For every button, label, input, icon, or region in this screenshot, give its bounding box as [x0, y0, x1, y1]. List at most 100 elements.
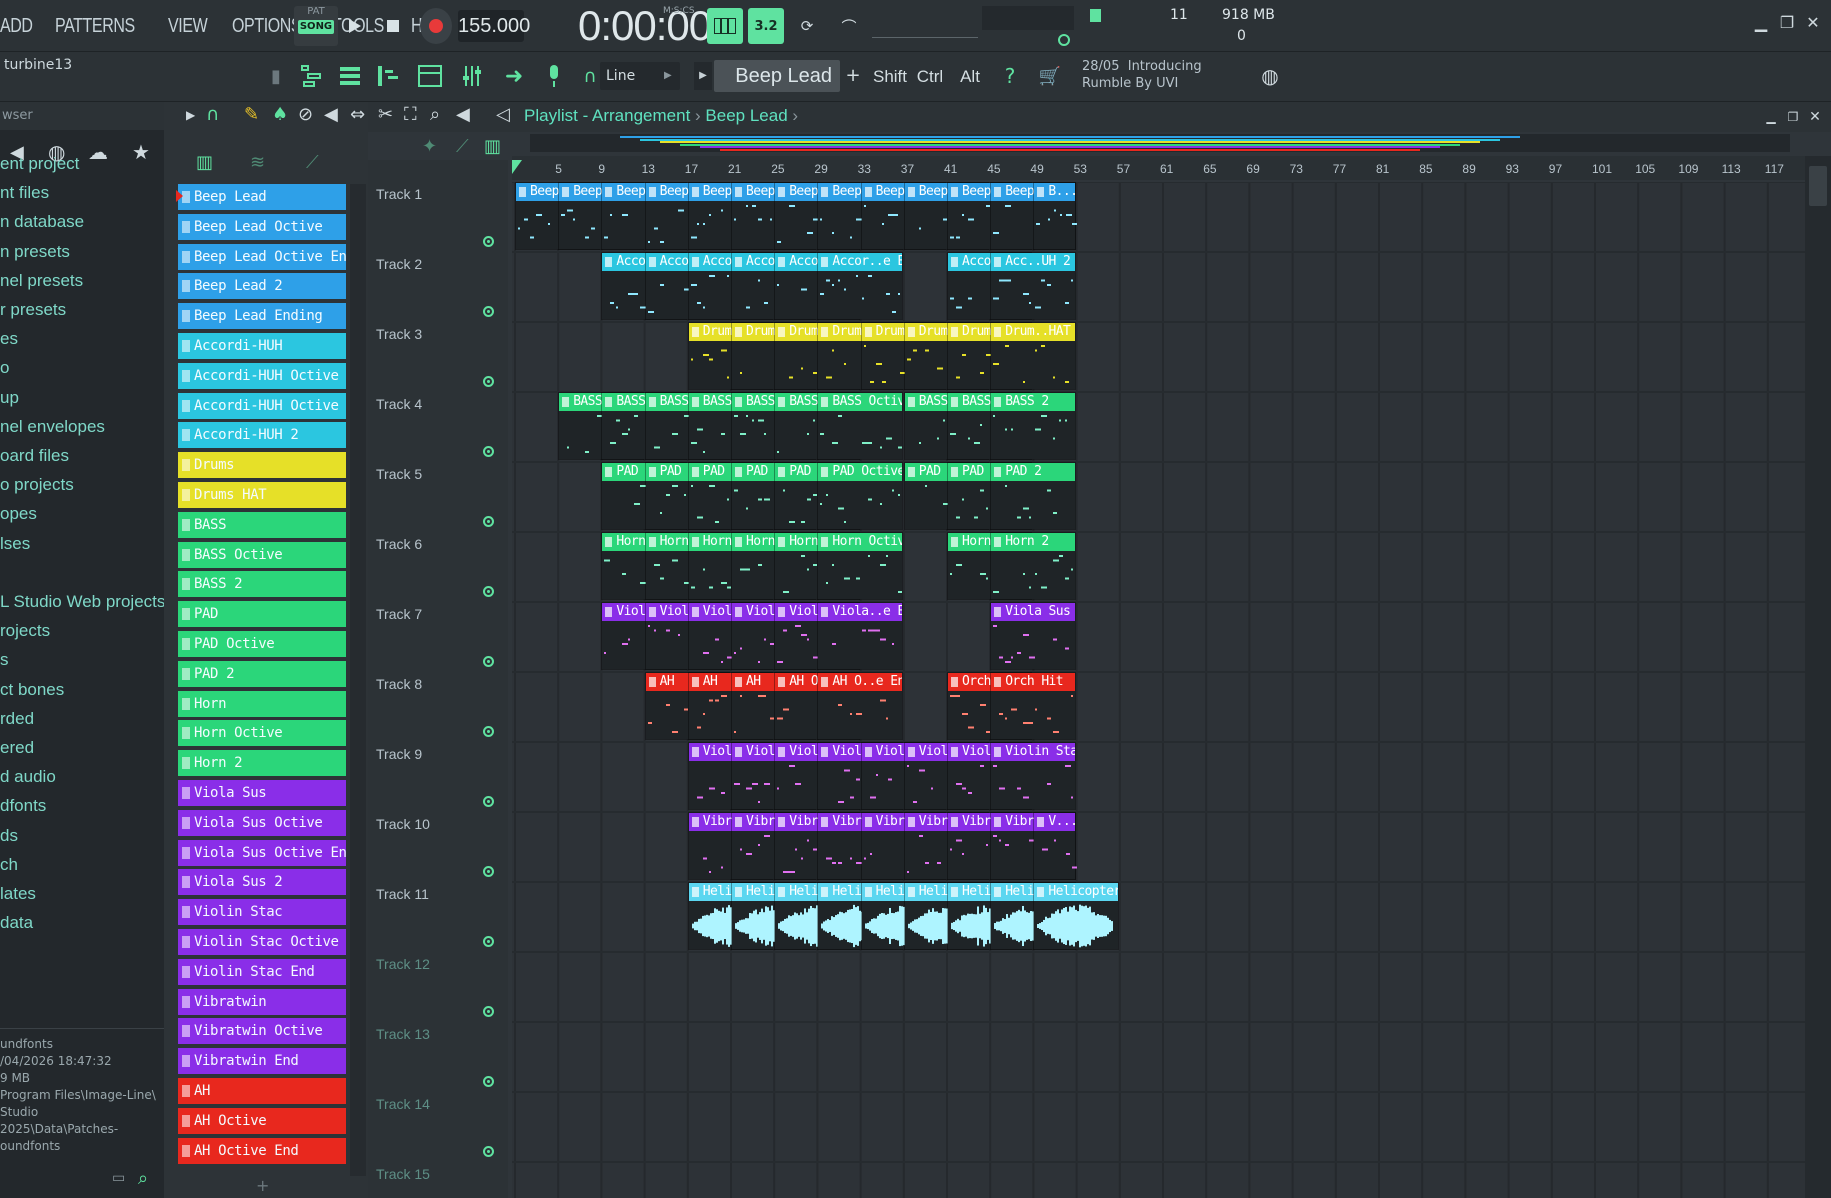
track-name[interactable]: Track 11 [376, 886, 429, 902]
zoom-icon[interactable]: ⌕ [430, 104, 440, 125]
browser-item[interactable]: es [0, 329, 18, 349]
playhead-marker-icon[interactable] [512, 160, 522, 174]
clip[interactable]: Accor..e End [817, 252, 903, 320]
scroll-thumb[interactable] [1809, 166, 1827, 206]
piano-roll-icon[interactable] [372, 60, 404, 92]
pattern-selector[interactable]: Beep Lead [714, 60, 840, 92]
stop-button[interactable] [378, 8, 408, 44]
clip[interactable]: AH O..e End [817, 672, 903, 740]
ctrl-button[interactable]: Ctrl [912, 62, 948, 92]
browser-item[interactable]: s [0, 650, 9, 670]
cloud-icon[interactable]: ☁ [88, 140, 108, 164]
track-name[interactable]: Track 5 [376, 466, 422, 482]
restore-icon[interactable]: ❐ [1778, 14, 1796, 32]
news-panel[interactable]: 28/05 Introducing Rumble By UVI [1082, 58, 1202, 92]
slip-icon[interactable]: ⇔ [350, 104, 365, 125]
clip[interactable]: Acc..UH 2 [990, 252, 1076, 320]
speaker-icon[interactable]: ◁ [496, 104, 510, 125]
tempo-display[interactable]: 155.000 [458, 10, 530, 42]
menu-patterns[interactable]: PATTERNS [55, 15, 135, 38]
close-icon[interactable]: ✕ [1804, 14, 1822, 32]
channel-icon[interactable]: ⟋ [456, 136, 469, 157]
browser-icon[interactable] [414, 60, 446, 92]
clip[interactable]: Drum..HAT [990, 322, 1076, 390]
track-name[interactable]: Track 14 [376, 1096, 430, 1112]
minimize-icon[interactable]: ▁ [1762, 108, 1780, 126]
channel-button[interactable]: Beep Lead [178, 184, 346, 210]
track-name[interactable]: Track 9 [376, 746, 422, 762]
playlist-grid[interactable]: Beep LeadBeep LeadBeep LeadBeep LeadBeep… [512, 182, 1805, 1198]
project-name[interactable]: turbine13 [4, 57, 72, 73]
channel-button[interactable]: Accordi-HUH 2 [178, 422, 346, 449]
browser-item[interactable]: lses [0, 534, 30, 554]
channel-button[interactable]: BASS Octive [178, 541, 346, 568]
metronome-button[interactable] [707, 8, 743, 44]
track-name[interactable]: Track 15 [376, 1166, 430, 1182]
channel-button[interactable]: AH [178, 1078, 346, 1104]
channel-button[interactable]: PAD 2 [178, 660, 346, 687]
channel-button[interactable]: Drums HAT [178, 482, 346, 508]
track-name[interactable]: Track 6 [376, 536, 422, 552]
browser-item[interactable]: L Studio Web projects [0, 592, 165, 612]
browser-item[interactable]: ch [0, 855, 18, 875]
channel-button[interactable]: AH Octive [178, 1107, 346, 1134]
browser-item[interactable]: up [0, 388, 19, 408]
arrow-right-icon[interactable]: ▶ [186, 108, 195, 122]
channel-button[interactable]: BASS [178, 511, 346, 538]
channel-button[interactable]: Beep Lead 2 [178, 273, 346, 300]
menu-view[interactable]: VIEW [168, 15, 208, 38]
channel-button[interactable]: AH Octive End [178, 1137, 346, 1164]
clip[interactable]: V...d [1033, 812, 1079, 880]
clip[interactable]: B...g [1033, 182, 1079, 250]
track-name[interactable]: Track 12 [376, 956, 430, 972]
clip[interactable]: BASS 2 [990, 392, 1076, 460]
cart-icon[interactable]: 🛒 [1034, 60, 1066, 92]
countdown-button[interactable]: 3.2 [748, 8, 784, 44]
add-pattern-icon[interactable]: + [844, 62, 862, 90]
browser-item[interactable]: d audio [0, 767, 56, 787]
playlist-icon[interactable] [296, 60, 328, 92]
track-enable-icon[interactable] [483, 306, 494, 317]
clip[interactable]: Horn Octive [817, 532, 903, 600]
playback-icon[interactable]: ◀ [456, 104, 470, 125]
channel-button[interactable]: Viola Sus Octive End [178, 839, 346, 866]
mute-icon[interactable]: ◀ [324, 104, 338, 125]
clip[interactable]: BASS Octive [817, 392, 903, 460]
browser-item[interactable]: opes [0, 504, 37, 524]
browser-item[interactable]: rojects [0, 621, 50, 641]
track-enable-icon[interactable] [483, 376, 494, 387]
channel-button[interactable]: Vibratwin Octive [178, 1018, 346, 1045]
channel-button[interactable]: Horn 2 [178, 750, 346, 777]
note-icon[interactable]: ✦ [422, 136, 437, 157]
channel-button[interactable]: Viola Sus Octive [178, 809, 346, 836]
pattern-list-icon[interactable]: ▥ [196, 152, 213, 173]
pattern-prev-icon[interactable]: ▶ [694, 62, 712, 90]
channel-button[interactable]: Horn [178, 690, 346, 717]
browser-item[interactable]: o [0, 358, 9, 378]
mixer-icon[interactable] [456, 60, 488, 92]
star-icon[interactable]: ★ [132, 140, 150, 164]
channel-scrollbar[interactable] [350, 184, 366, 1176]
browser-item[interactable]: nel envelopes [0, 417, 105, 437]
help-bubble-icon[interactable]: ? [994, 60, 1026, 92]
browser-item[interactable]: nt files [0, 183, 49, 203]
restore-icon[interactable]: ❐ [1784, 108, 1802, 126]
channel-button[interactable]: Viola Sus 2 [178, 869, 346, 896]
shift-button[interactable]: Shift [870, 62, 910, 92]
channel-button[interactable]: Viola Sus [178, 780, 346, 806]
track-enable-icon[interactable] [483, 236, 494, 247]
track-name[interactable]: Track 8 [376, 676, 422, 692]
browser-item[interactable]: o projects [0, 475, 74, 495]
menu-add[interactable]: ADD [0, 15, 33, 38]
magnet-icon[interactable]: ∩ [206, 104, 219, 125]
wave-icon[interactable]: ≋ [250, 152, 265, 173]
browser-item[interactable]: ent project [0, 154, 79, 174]
browser-item[interactable]: lates [0, 884, 36, 904]
channel-button[interactable]: Accordi-HUH Octive End [178, 392, 346, 419]
add-channel-icon[interactable]: + [256, 1176, 269, 1195]
track-enable-icon[interactable] [483, 796, 494, 807]
track-enable-icon[interactable] [483, 1076, 494, 1087]
clip[interactable]: Violin Stac [990, 742, 1076, 810]
channel-button[interactable]: Accordi-HUH [178, 333, 346, 359]
timeline-ruler[interactable]: 5 9 13 17 21 25 29 33 37 41 45 49 53 57 61 65 69 73 77 81 85… [512, 156, 1805, 180]
